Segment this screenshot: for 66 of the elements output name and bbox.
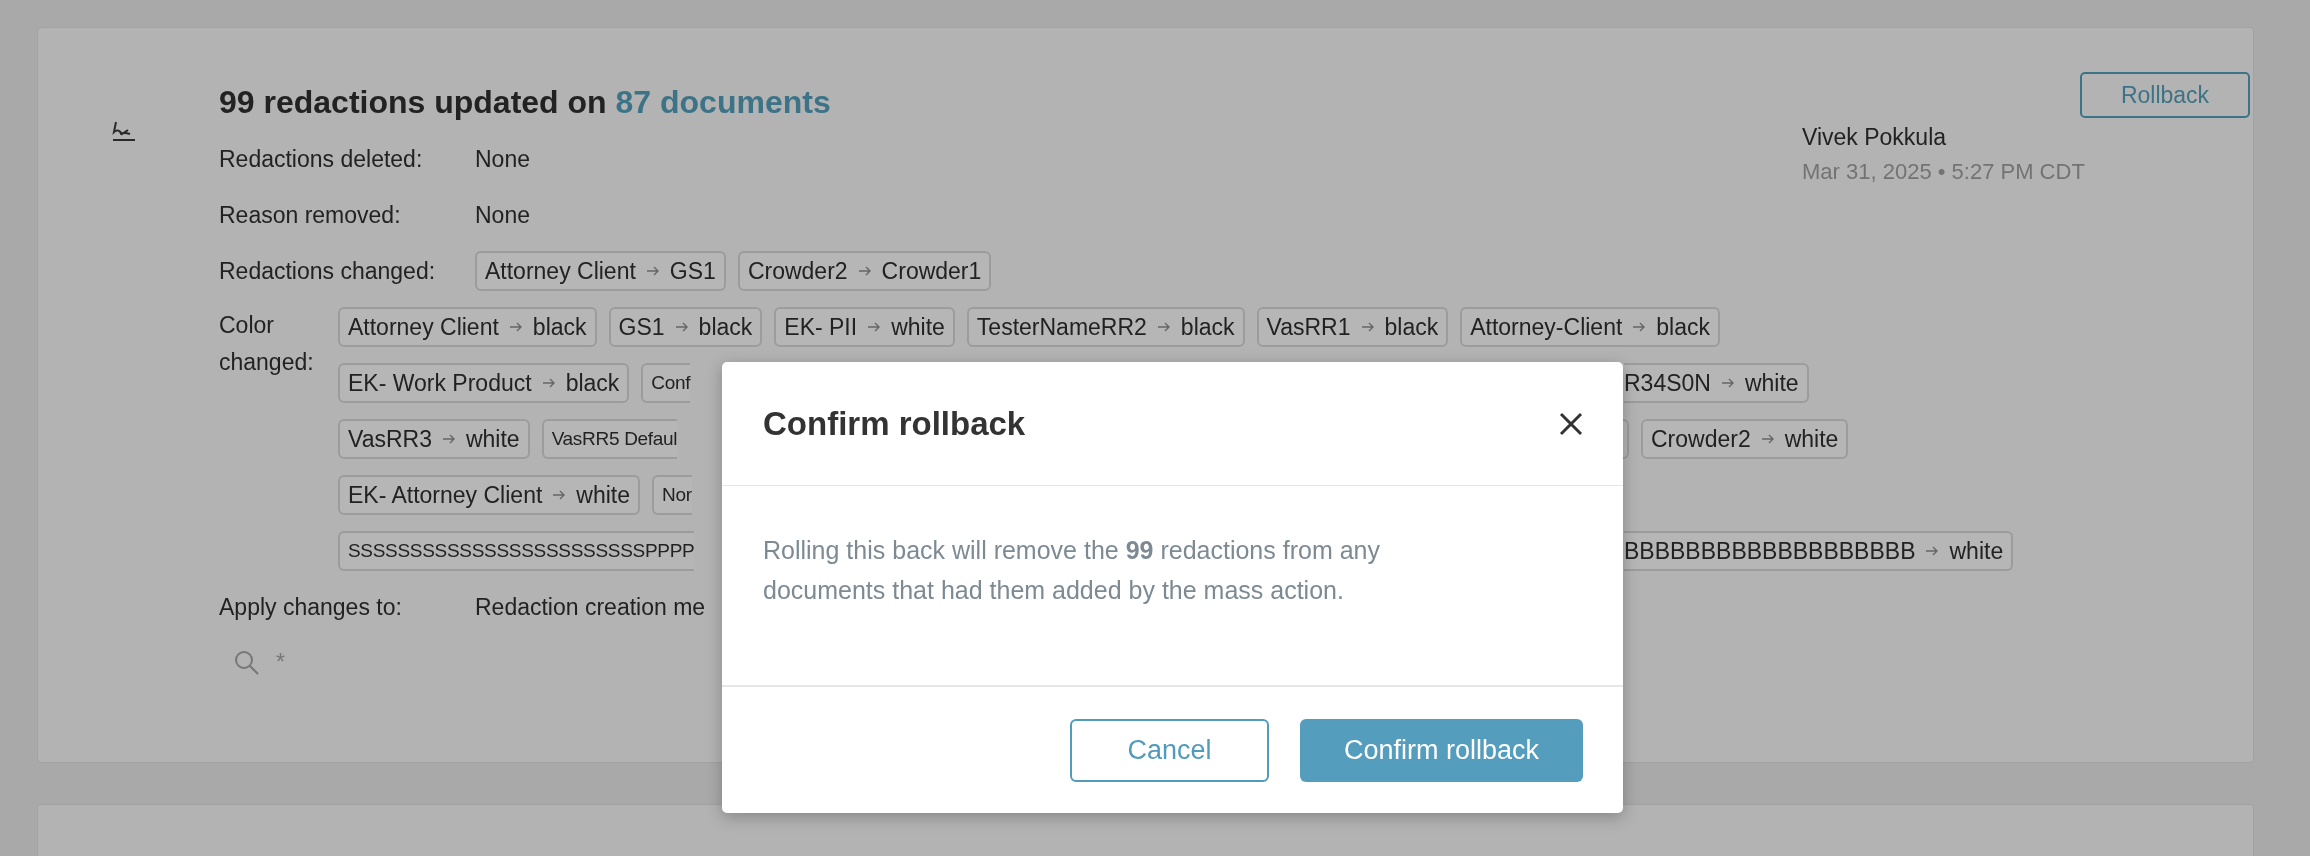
tag-text: GS1 bbox=[618, 313, 665, 341]
change-tag: Nor bbox=[652, 475, 692, 515]
dialog-title: Confirm rollback bbox=[763, 404, 1026, 443]
arrow-icon bbox=[1925, 544, 1940, 558]
tag-text: white bbox=[465, 425, 520, 453]
tag-text: Attorney Client bbox=[485, 257, 636, 285]
search-term: * bbox=[276, 649, 285, 676]
tag-text: black bbox=[532, 313, 587, 341]
tag-text: VasRR1 bbox=[1266, 313, 1351, 341]
arrow-icon bbox=[674, 320, 689, 334]
tag-text: white bbox=[1949, 537, 2004, 565]
tag-text: Attorney-Client bbox=[1470, 313, 1623, 341]
arrow-icon bbox=[1720, 376, 1735, 390]
tag-text: white bbox=[576, 481, 630, 509]
field-label: Reason removed: bbox=[219, 201, 402, 229]
user-name: Vivek Pokkula bbox=[1802, 124, 1948, 151]
field-label: Color changed: bbox=[219, 311, 315, 377]
arrow-icon bbox=[541, 376, 556, 390]
arrow-icon bbox=[1632, 320, 1647, 334]
tag-text: Attorney Client bbox=[348, 313, 499, 341]
tag-text: white bbox=[1744, 369, 1799, 397]
tag-text: EK- Attorney Client bbox=[348, 481, 543, 509]
rollback-button[interactable]: Rollback bbox=[2080, 72, 2250, 118]
tag-text: Crowder1 bbox=[881, 257, 982, 285]
cancel-button[interactable]: Cancel bbox=[1070, 718, 1269, 782]
tag-text: black bbox=[1384, 313, 1439, 341]
tag-text: white bbox=[891, 313, 945, 341]
tag-text: TesterNameRR2 bbox=[976, 313, 1147, 341]
activity-title: 99 redactions updated on 87 documents bbox=[219, 84, 832, 121]
arrow-icon bbox=[867, 320, 882, 334]
dialog-message: Rolling this back will remove the 99 redactions from any documents that had them added by the mass action. bbox=[763, 535, 1381, 606]
tag-text: black bbox=[1180, 313, 1235, 341]
tag-text: VasRR3 bbox=[348, 425, 432, 453]
arrow-icon bbox=[1760, 432, 1775, 446]
change-tag: Conf bbox=[641, 363, 691, 403]
tag-text: Crowder2 bbox=[747, 257, 848, 285]
field-label: Redactions changed: bbox=[219, 257, 437, 285]
confirm-button[interactable]: Confirm rollback bbox=[1300, 718, 1583, 782]
arrow-icon bbox=[1360, 320, 1375, 334]
timestamp: Mar 31, 2025 • 5:27 PM CDT bbox=[1802, 159, 2086, 185]
change-tag: SSSSSSSSSSSSSSSSSSSSSSSSPPPP bbox=[338, 531, 695, 571]
arrow-icon bbox=[645, 264, 660, 278]
tag-text: black bbox=[698, 313, 753, 341]
search-icon bbox=[234, 649, 260, 676]
tag-text: R34S0N bbox=[1624, 369, 1711, 397]
change-tag: VasRR5 Defaul bbox=[541, 419, 678, 459]
documents-link[interactable]: 87 documents bbox=[615, 84, 831, 120]
arrow-icon bbox=[508, 320, 523, 334]
tag-text: Crowder2 bbox=[1651, 425, 1751, 453]
tag-text: black bbox=[565, 369, 620, 397]
field-label: Redactions deleted: bbox=[219, 145, 424, 173]
close-icon[interactable] bbox=[1559, 411, 1583, 436]
field-value: None bbox=[475, 201, 531, 229]
tag-text: EK- PII bbox=[784, 313, 858, 341]
tag-text: GS1 bbox=[669, 257, 716, 285]
arrow-icon bbox=[857, 264, 872, 278]
field-label: Apply changes to: bbox=[219, 593, 403, 621]
tag-text: white bbox=[1784, 425, 1839, 453]
field-value: Redaction creation me bbox=[475, 593, 707, 621]
tag-text: EK- Work Product bbox=[348, 369, 532, 397]
arrow-icon bbox=[441, 432, 456, 446]
tag-text: BBBBBBBBBBBBBBBBBBB bbox=[1624, 537, 1916, 565]
field-value: None bbox=[475, 145, 531, 173]
tag-text: black bbox=[1656, 313, 1711, 341]
arrow-icon bbox=[552, 488, 567, 502]
arrow-icon bbox=[1156, 320, 1171, 334]
